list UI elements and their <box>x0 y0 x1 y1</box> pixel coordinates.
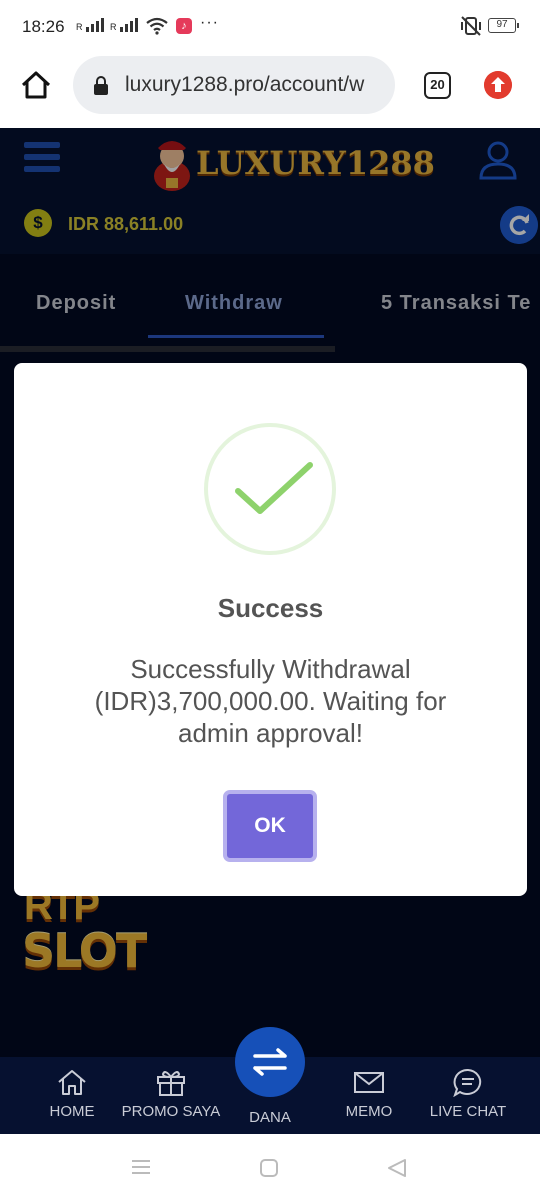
status-bar: 18:26 R R ♪ ··· 97 <box>0 0 540 54</box>
gift-icon <box>157 1071 185 1096</box>
mail-icon <box>354 1072 384 1093</box>
battery-icon: 97 <box>488 18 519 33</box>
system-nav-bar <box>0 1134 540 1200</box>
dialog-message: Successfully Withdrawal (IDR)3,700,000.0… <box>94 654 447 748</box>
tab-switcher-button[interactable]: 20 <box>424 72 451 99</box>
nav-home[interactable]: HOME <box>22 1067 122 1120</box>
success-check-icon <box>204 423 336 555</box>
wifi-icon <box>146 17 168 35</box>
nav-promo-label: PROMO SAYA <box>121 1103 221 1120</box>
signal-icon-2: R <box>110 18 138 32</box>
back-icon[interactable] <box>386 1158 408 1178</box>
nav-live-chat-label: LIVE CHAT <box>429 1103 507 1120</box>
vibrate-off-icon <box>461 16 481 36</box>
chat-icon <box>453 1068 482 1097</box>
lock-icon <box>94 76 108 95</box>
nav-live-chat[interactable]: LIVE CHAT <box>418 1067 518 1120</box>
ok-button[interactable]: OK <box>223 790 317 862</box>
home-button-icon[interactable] <box>259 1158 279 1178</box>
more-notifications-icon: ··· <box>200 14 219 31</box>
home-icon[interactable] <box>20 70 52 100</box>
update-icon[interactable] <box>484 71 512 99</box>
success-dialog: Success Successfully Withdrawal (IDR)3,7… <box>14 363 527 896</box>
music-app-icon: ♪ <box>176 18 192 34</box>
home-icon <box>58 1070 86 1095</box>
url-text: luxury1288.pro/account/w <box>125 73 365 96</box>
signal-icon: R <box>76 18 104 32</box>
transfer-icon <box>253 1048 287 1076</box>
status-time: 18:26 <box>22 17 65 36</box>
nav-memo-label: MEMO <box>345 1103 393 1120</box>
dialog-title: Success <box>217 593 324 623</box>
nav-memo[interactable]: MEMO <box>319 1067 419 1120</box>
nav-dana-label: DANA <box>249 1109 291 1126</box>
nav-home-label: HOME <box>49 1103 95 1120</box>
address-bar[interactable]: luxury1288.pro/account/w <box>73 56 395 114</box>
browser-toolbar: luxury1288.pro/account/w 20 <box>0 54 540 128</box>
nav-dana-button[interactable] <box>235 1027 305 1097</box>
recents-icon[interactable] <box>130 1158 152 1176</box>
nav-promo[interactable]: PROMO SAYA <box>121 1067 221 1120</box>
